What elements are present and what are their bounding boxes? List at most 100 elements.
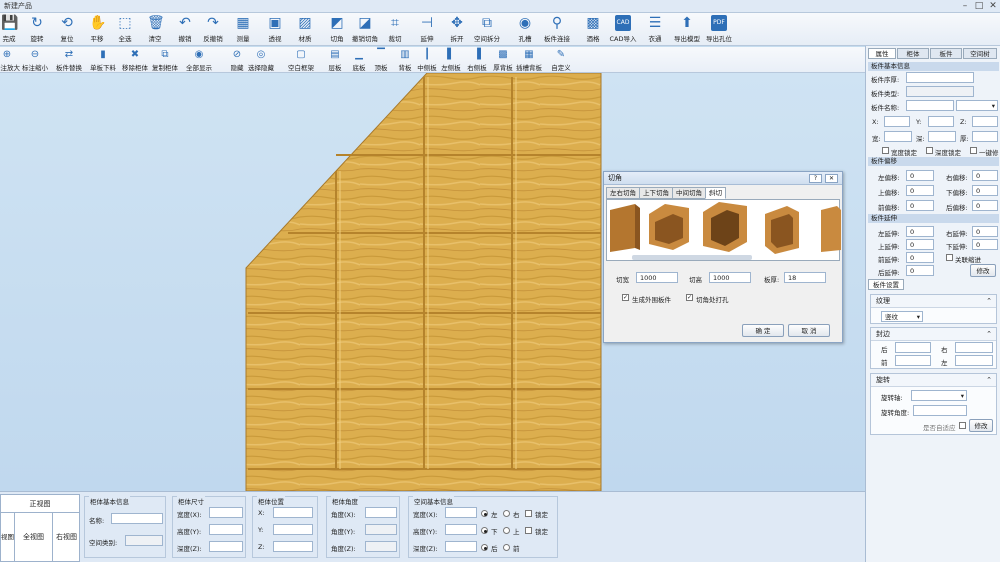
ribbon-hand-button[interactable]: ✋ 平移 <box>82 14 112 45</box>
lock-h-checkbox[interactable] <box>525 527 532 534</box>
pos-z-input[interactable] <box>273 541 313 552</box>
link-slot-checkbox[interactable] <box>946 254 953 261</box>
y-input[interactable] <box>928 116 954 127</box>
ribbon-material-button[interactable]: ▨ 材质 <box>290 14 320 45</box>
back-ext-input[interactable]: 0 <box>906 265 934 276</box>
tab-top-bottom-cut[interactable]: 上下切角 <box>639 187 673 199</box>
texture-select[interactable]: 竖纹 ▾ <box>881 311 923 322</box>
lock-width-checkbox[interactable] <box>882 147 889 154</box>
cut-thumb-5[interactable] <box>821 206 841 252</box>
tool-eye-button[interactable]: ◉ 全部显示 <box>184 48 214 72</box>
minimize-icon[interactable]: – <box>958 0 972 13</box>
size-h-input[interactable] <box>209 524 243 535</box>
tool-single-panel-button[interactable]: ▮ 单板下料 <box>88 48 118 72</box>
dialog-close-icon[interactable]: ✕ <box>825 174 838 183</box>
tool-copy-cabinet-button[interactable]: ⧉ 复制柜体 <box>150 48 180 72</box>
ribbon-link-button[interactable]: ⚲ 板件连接 <box>542 14 572 45</box>
ribbon-undo-cut-button[interactable]: ◪ 撤销切角 <box>350 14 380 45</box>
cut-thumb-1[interactable] <box>610 204 640 252</box>
tool-frame-button[interactable]: ▢ 空白框架 <box>286 48 316 72</box>
cut-height-input[interactable]: 1000 <box>709 272 751 283</box>
modify-ext-button[interactable]: 修改 <box>970 264 996 277</box>
left-offset-input[interactable]: 0 <box>906 170 934 181</box>
help-icon[interactable]: ? <box>809 174 822 183</box>
edge-left-input[interactable] <box>955 355 993 366</box>
front-offset-input[interactable]: 0 <box>906 200 934 211</box>
seq-input[interactable] <box>906 72 974 83</box>
tool-remove-cabinet-button[interactable]: ✖ 移除柜体 <box>120 48 150 72</box>
edge-right-input[interactable] <box>955 342 993 353</box>
tab-properties[interactable]: 属性 <box>868 48 896 59</box>
lock-depth-checkbox[interactable] <box>926 147 933 154</box>
section-settings[interactable]: 板件设置 <box>868 279 904 290</box>
cut-thumb-4[interactable] <box>765 206 799 254</box>
ribbon-crop-button[interactable]: ⌗ 裁切 <box>380 14 410 45</box>
close-icon[interactable]: ✕ <box>986 0 1000 13</box>
name-input[interactable] <box>906 100 954 111</box>
ribbon-rotate-button[interactable]: ↻ 旋转 <box>22 14 52 45</box>
ribbon-redo-button[interactable]: ↷ 反撤销 <box>198 14 228 45</box>
edge-front-input[interactable] <box>895 355 931 366</box>
w-input[interactable] <box>884 131 912 142</box>
tool-zoom-out-button[interactable]: ⊖ 标注缩小 <box>20 48 50 72</box>
ribbon-perspective-button[interactable]: ▣ 透视 <box>260 14 290 45</box>
h-input[interactable] <box>972 131 998 142</box>
x-input[interactable] <box>884 116 910 127</box>
space-d-input[interactable] <box>445 541 477 552</box>
edge-back-input[interactable] <box>895 342 931 353</box>
view-side[interactable]: 视图 <box>1 513 15 561</box>
gallery-scrollbar[interactable] <box>632 255 752 260</box>
ribbon-extend-button[interactable]: ⊣ 延伸 <box>412 14 442 45</box>
collapse-icon[interactable]: ⌃ <box>986 295 996 308</box>
rot-axis-select[interactable]: ▾ <box>911 390 967 401</box>
auto-fit-checkbox[interactable] <box>959 422 966 429</box>
ribbon-split-button[interactable]: ✥ 拆开 <box>442 14 472 45</box>
ribbon-pdf-button[interactable]: PDF 导出孔位 <box>704 14 734 45</box>
tool-zoom-in-button[interactable]: ⊕ 标注放大 <box>0 48 22 72</box>
z-input[interactable] <box>972 116 998 127</box>
size-d-input[interactable] <box>209 541 243 552</box>
ribbon-cut-corner-button[interactable]: ◩ 切角 <box>322 14 352 45</box>
gen-panel-checkbox[interactable]: ✓ <box>622 294 629 301</box>
right-offset-input[interactable]: 0 <box>972 170 998 181</box>
rot-angle-input[interactable] <box>913 405 967 416</box>
cancel-button[interactable]: 取 消 <box>788 324 830 337</box>
tab-middle-cut[interactable]: 中间切角 <box>672 187 706 199</box>
angle-x-input[interactable] <box>365 507 397 518</box>
lock-all-checkbox[interactable] <box>970 147 977 154</box>
down-ext-input[interactable]: 0 <box>972 239 998 250</box>
collapse-icon[interactable]: ⌃ <box>986 328 996 341</box>
tab-space-tree[interactable]: 空间树 <box>963 48 997 59</box>
lock-w-checkbox[interactable] <box>525 510 532 517</box>
back-offset-input[interactable]: 0 <box>972 200 998 211</box>
cut-thumb-3[interactable] <box>703 202 747 252</box>
d-input[interactable] <box>928 131 956 142</box>
radio-up[interactable] <box>503 527 510 534</box>
tab-bevel-cut[interactable]: 斜切 <box>705 187 726 199</box>
cut-thumb-2[interactable] <box>649 204 689 250</box>
thickness-input[interactable]: 18 <box>784 272 826 283</box>
tab-panel[interactable]: 板件 <box>930 48 962 59</box>
pos-x-input[interactable] <box>273 507 313 518</box>
right-ext-input[interactable]: 0 <box>972 226 998 237</box>
tool-panel-replace-button[interactable]: ⇄ 板件替换 <box>54 48 84 72</box>
ribbon-cad-button[interactable]: CAD CAD导入 <box>608 14 638 45</box>
ribbon-wine-rack-button[interactable]: ▩ 酒格 <box>578 14 608 45</box>
rotate-modify-button[interactable]: 修改 <box>969 419 993 432</box>
view-full[interactable]: 全视图 <box>15 513 53 561</box>
tab-left-right-cut[interactable]: 左右切角 <box>606 187 640 199</box>
top-ext-input[interactable]: 0 <box>906 239 934 250</box>
down-offset-input[interactable]: 0 <box>972 185 998 196</box>
cut-width-input[interactable]: 1000 <box>636 272 678 283</box>
view-front[interactable]: 正视图 <box>1 495 79 513</box>
cab-name-input[interactable] <box>111 513 163 524</box>
radio-back[interactable] <box>481 544 488 551</box>
ribbon-measure-button[interactable]: ▦ 测量 <box>228 14 258 45</box>
radio-left[interactable] <box>481 510 488 517</box>
size-w-input[interactable] <box>209 507 243 518</box>
ribbon-space-split-button[interactable]: ⧉ 空间拆分 <box>472 14 502 45</box>
ribbon-trash-button[interactable]: 🗑 清空 <box>140 14 170 45</box>
tool-slot-back-button[interactable]: ▦ 插槽背板 <box>514 48 544 72</box>
maximize-icon[interactable]: □ <box>972 0 986 13</box>
space-h-input[interactable] <box>445 524 477 535</box>
